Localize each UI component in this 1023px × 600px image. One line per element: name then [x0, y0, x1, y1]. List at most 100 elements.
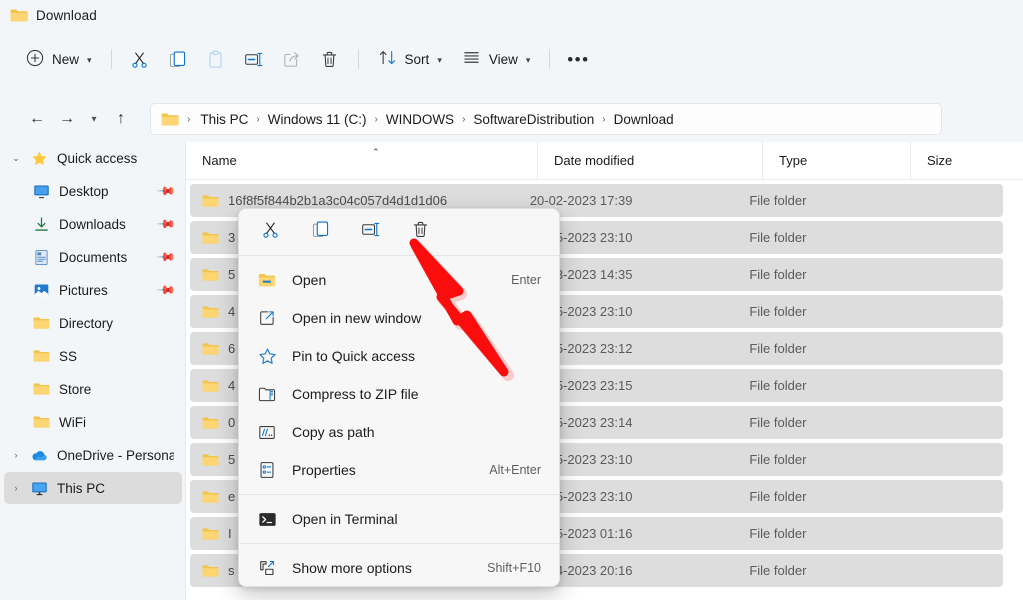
context-menu-item-open-in-new-window[interactable]: Open in new window: [243, 299, 555, 337]
cut-icon: [261, 220, 280, 244]
date-modified-cell: 28-05-2023 23:10: [529, 452, 633, 467]
cut-icon: [132, 52, 147, 68]
rename-icon: [245, 52, 263, 66]
context-menu-delete-button[interactable]: [403, 215, 437, 249]
sidebar-item-onedrive-personal[interactable]: › OneDrive - Personal: [4, 439, 182, 471]
breadcrumb-item[interactable]: WINDOWS: [380, 109, 460, 130]
sidebar-item-this-pc[interactable]: › This PC: [4, 472, 182, 504]
context-menu-item-label: Show more options: [292, 560, 412, 576]
paste-button[interactable]: [197, 42, 235, 76]
file-name-label: 3: [228, 230, 236, 245]
new-button[interactable]: New ▾: [16, 42, 102, 76]
sidebar-item-documents[interactable]: Documents 📌: [4, 241, 182, 273]
forward-button[interactable]: →: [52, 104, 82, 134]
column-header-row: Name ⌃ Date modified Type Size: [186, 142, 1023, 180]
file-name-label: 4: [228, 304, 236, 319]
column-header-type[interactable]: Type: [763, 142, 911, 180]
column-header-type-label: Type: [779, 153, 808, 168]
column-header-name[interactable]: Name ⌃: [186, 142, 538, 180]
sidebar-item-label: SS: [59, 348, 78, 364]
column-header-date-modified[interactable]: Date modified: [538, 142, 763, 180]
column-header-date-label: Date modified: [554, 153, 635, 168]
breadcrumb-separator: ›: [256, 113, 260, 125]
context-menu-item-open-in-terminal[interactable]: Open in Terminal: [243, 500, 555, 538]
type-cell: File folder: [749, 267, 807, 282]
view-button-label: View: [488, 51, 518, 67]
folder-icon: [30, 382, 52, 396]
tab-title[interactable]: Download: [36, 8, 97, 23]
context-menu-item-label: Pin to Quick access: [292, 348, 415, 364]
context-menu-item-pin-to-quick-access[interactable]: Pin to Quick access: [243, 337, 555, 375]
title-bar: Download: [0, 0, 1023, 30]
chevron-down-icon: ▾: [87, 54, 92, 65]
properties-icon: [257, 461, 277, 479]
more-options-button[interactable]: •••: [559, 42, 597, 76]
sidebar-item-pictures[interactable]: Pictures 📌: [4, 274, 182, 306]
file-name-label: 4: [228, 378, 236, 393]
date-modified-cell: 20-02-2023 17:39: [529, 193, 633, 208]
sidebar-item-label: OneDrive - Personal: [57, 447, 174, 463]
share-icon: [284, 51, 299, 67]
file-name-label: 5: [228, 452, 236, 467]
sidebar-item-label: Pictures: [59, 282, 108, 298]
sidebar-item-directory[interactable]: Directory: [4, 307, 182, 339]
breadcrumb-item[interactable]: This PC: [194, 109, 254, 130]
sort-icon: [378, 48, 397, 70]
sidebar-item-ss[interactable]: SS: [4, 340, 182, 372]
column-header-size[interactable]: Size: [911, 142, 1023, 180]
date-modified-cell: 28-05-2023 23:10: [529, 489, 633, 504]
context-menu-item-properties[interactable]: Properties Alt+Enter: [243, 451, 555, 489]
file-name-label: e: [228, 489, 236, 504]
context-menu-item-label: Open in Terminal: [292, 511, 398, 527]
sidebar-item-store[interactable]: Store: [4, 373, 182, 405]
sidebar-item-quick-access[interactable]: ⌄ Quick access: [4, 142, 182, 174]
recent-locations-button[interactable]: ▾: [82, 104, 106, 134]
breadcrumb-item[interactable]: Download: [608, 109, 680, 130]
star-outline-icon: [257, 347, 277, 366]
chevron-down-icon: ▾: [437, 54, 442, 65]
context-menu-copy-button[interactable]: [303, 215, 337, 249]
copy-button[interactable]: [159, 42, 197, 76]
context-menu-cut-button[interactable]: [253, 215, 287, 249]
onedrive-icon: [28, 447, 50, 464]
context-menu-item-show-more-options[interactable]: Show more options Shift+F10: [243, 549, 555, 586]
sidebar-item-label: Directory: [59, 315, 114, 331]
context-menu-rename-button[interactable]: [353, 215, 387, 249]
context-menu-item-shortcut: Alt+Enter: [489, 463, 541, 477]
context-menu-item-shortcut: Shift+F10: [487, 561, 541, 575]
view-icon: [462, 48, 481, 70]
up-button[interactable]: ↑: [106, 104, 136, 134]
zip-icon: [257, 386, 277, 403]
folder-icon: [202, 379, 219, 393]
sort-button[interactable]: Sort ▾: [368, 42, 452, 76]
address-bar[interactable]: › This PC › Windows 11 (C:) › WINDOWS › Softwa…: [150, 103, 942, 135]
expand-chevron-icon[interactable]: ⌄: [4, 153, 28, 164]
folder-icon: [202, 564, 219, 578]
share-button[interactable]: [273, 42, 311, 76]
delete-icon: [411, 220, 430, 244]
copy-icon: [169, 51, 186, 67]
context-menu-item-compress-to-zip-file[interactable]: Compress to ZIP file: [243, 375, 555, 413]
breadcrumb-item[interactable]: Windows 11 (C:): [262, 109, 373, 130]
sidebar-item-wifi[interactable]: WiFi: [4, 406, 182, 438]
delete-button[interactable]: [311, 42, 349, 76]
context-menu-item-copy-as-path[interactable]: Copy as path: [243, 413, 555, 451]
cut-button[interactable]: [121, 42, 159, 76]
back-button[interactable]: ←: [22, 104, 52, 134]
folder-icon: [202, 527, 219, 541]
expand-chevron-icon[interactable]: ›: [4, 450, 28, 460]
sidebar-item-downloads[interactable]: Downloads 📌: [4, 208, 182, 240]
new-button-label: New: [52, 51, 80, 67]
sidebar-item-desktop[interactable]: Desktop 📌: [4, 175, 182, 207]
paste-icon: [209, 50, 222, 68]
sidebar-item-label: Quick access: [57, 150, 138, 166]
breadcrumb-item[interactable]: SoftwareDistribution: [467, 109, 600, 130]
file-name-label: s: [228, 563, 235, 578]
context-menu-items: Open Enter Open in new window Pin to Quick …: [239, 256, 559, 586]
view-button[interactable]: View ▾: [452, 42, 541, 76]
expand-chevron-icon[interactable]: ›: [4, 483, 28, 493]
context-menu-item-open[interactable]: Open Enter: [243, 261, 555, 299]
rename-button[interactable]: [235, 42, 273, 76]
folder-icon: [30, 349, 52, 363]
date-modified-cell: 20-04-2023 20:16: [529, 563, 633, 578]
